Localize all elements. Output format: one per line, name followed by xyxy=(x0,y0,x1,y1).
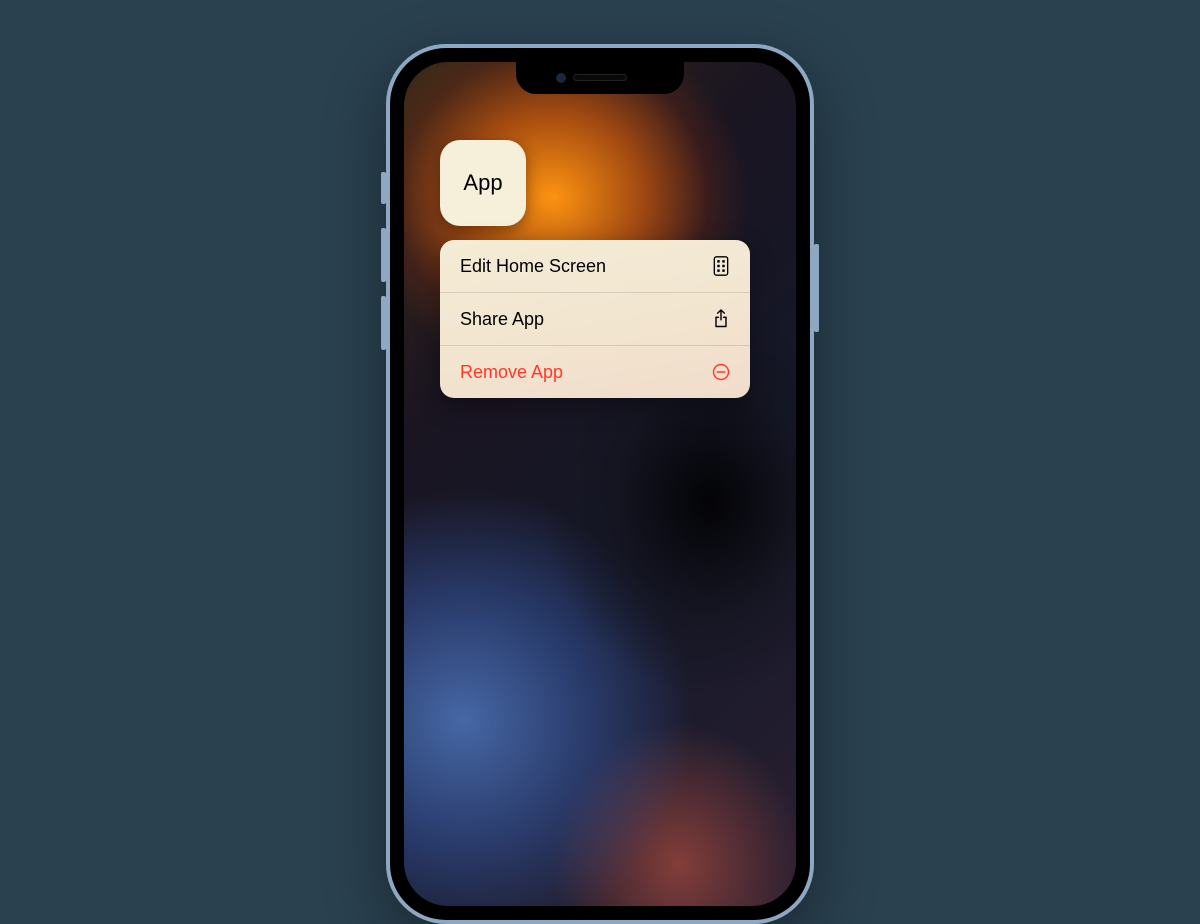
app-icon[interactable]: App xyxy=(440,140,526,226)
earpiece-speaker xyxy=(573,74,627,81)
volume-down-button[interactable] xyxy=(381,296,386,350)
app-icon-label: App xyxy=(463,170,502,196)
menu-item-label: Share App xyxy=(460,309,544,330)
menu-item-share-app[interactable]: Share App xyxy=(440,292,750,345)
share-icon xyxy=(710,308,732,330)
menu-item-label: Edit Home Screen xyxy=(460,256,606,277)
silent-switch[interactable] xyxy=(381,172,386,204)
power-button[interactable] xyxy=(814,244,819,332)
minus-circle-icon xyxy=(710,361,732,383)
context-menu: Edit Home Screen Sh xyxy=(440,240,750,398)
phone-screen: App Edit Home Screen xyxy=(404,62,796,906)
menu-item-label: Remove App xyxy=(460,362,563,383)
volume-up-button[interactable] xyxy=(381,228,386,282)
phone-bezel: App Edit Home Screen xyxy=(390,48,810,920)
menu-item-remove-app[interactable]: Remove App xyxy=(440,345,750,398)
menu-item-edit-home-screen[interactable]: Edit Home Screen xyxy=(440,240,750,292)
notch xyxy=(516,62,684,94)
phone-frame: App Edit Home Screen xyxy=(386,44,814,924)
apps-icon xyxy=(710,255,732,277)
front-camera xyxy=(556,73,566,83)
